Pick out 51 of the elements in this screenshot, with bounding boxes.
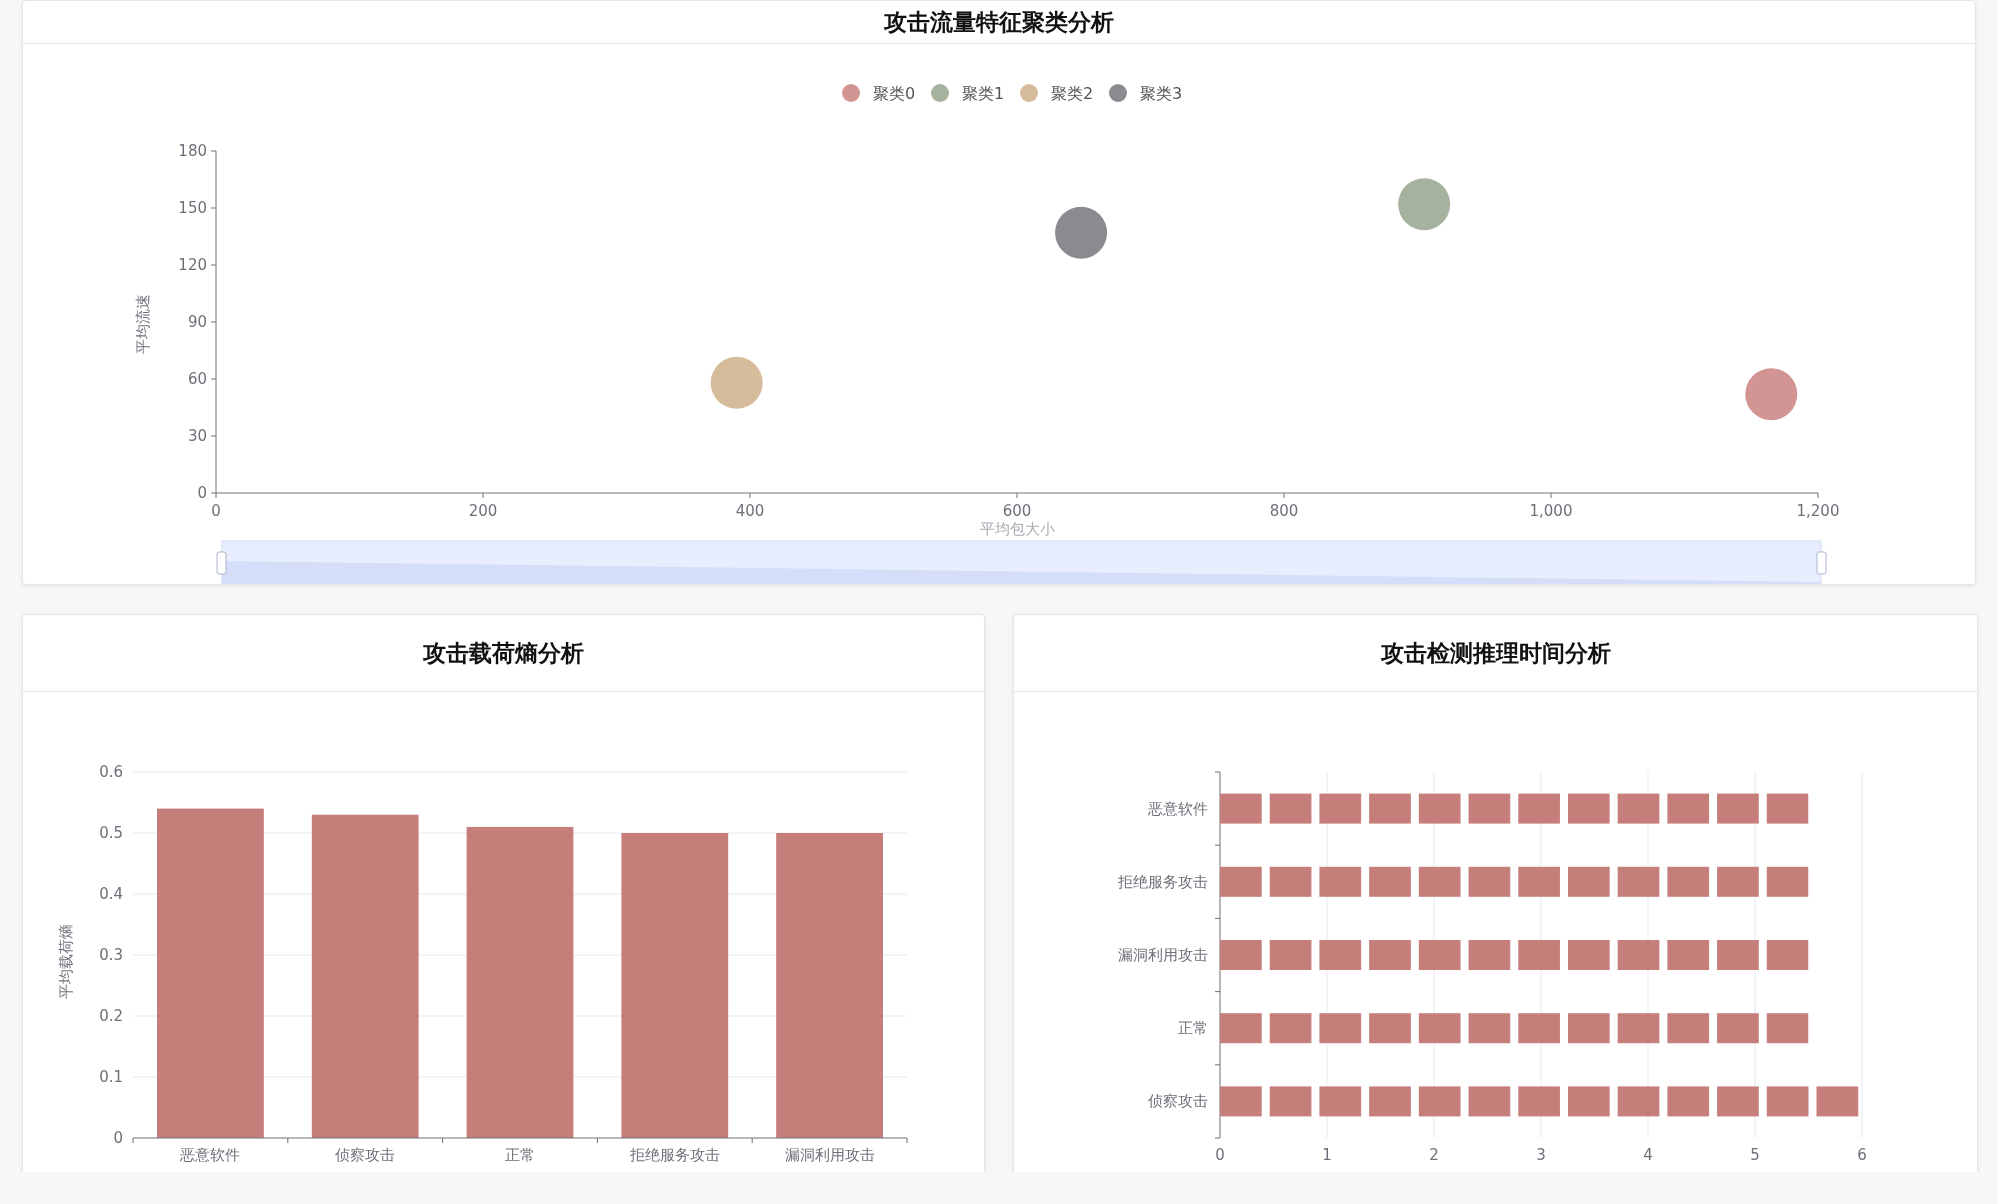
chart-title: 攻击载荷熵分析 bbox=[423, 637, 584, 668]
legend-label[interactable]: 聚类3 bbox=[1140, 84, 1183, 103]
y-tick-label: 0 bbox=[197, 484, 207, 502]
slider-handle[interactable] bbox=[216, 551, 227, 575]
legend-label[interactable]: 聚类0 bbox=[873, 84, 916, 103]
legend-label[interactable]: 聚类1 bbox=[962, 84, 1005, 103]
y-tick-label: 0.2 bbox=[99, 1007, 123, 1025]
slider-handle[interactable] bbox=[1816, 551, 1827, 575]
x-tick-label: 漏洞利用攻击 bbox=[784, 1146, 875, 1164]
x-tick-label: 400 bbox=[735, 502, 765, 520]
x-tick-label: 2 bbox=[1429, 1146, 1439, 1164]
zoom-slider[interactable] bbox=[221, 540, 1822, 584]
x-tick-label: 1 bbox=[1322, 1146, 1332, 1164]
y-tick-label: 60 bbox=[187, 370, 207, 388]
y-tick-label: 180 bbox=[178, 142, 207, 160]
x-tick-label: 侦察攻击 bbox=[335, 1146, 396, 1164]
x-tick-label: 0 bbox=[211, 502, 221, 520]
x-tick-label: 5 bbox=[1750, 1146, 1760, 1164]
legend-label[interactable]: 聚类2 bbox=[1051, 84, 1094, 103]
y-tick-label: 正常 bbox=[1178, 1019, 1208, 1038]
y-tick-label: 0 bbox=[113, 1129, 123, 1147]
chart-title: 攻击检测推理时间分析 bbox=[1380, 637, 1611, 668]
y-tick-label: 侦察攻击 bbox=[1148, 1092, 1208, 1111]
x-tick-label: 3 bbox=[1536, 1146, 1546, 1164]
y-tick-label: 0.5 bbox=[99, 824, 123, 842]
y-tick-label: 0.6 bbox=[99, 763, 123, 781]
x-tick-label: 拒绝服务攻击 bbox=[629, 1146, 720, 1164]
x-tick-label: 6 bbox=[1857, 1146, 1867, 1164]
x-axis-label: 平均包大小 bbox=[979, 520, 1055, 538]
x-tick-label: 800 bbox=[1269, 502, 1299, 520]
y-tick-label: 90 bbox=[187, 313, 207, 331]
y-tick-label: 拒绝服务攻击 bbox=[1118, 872, 1208, 891]
y-axis-label: 平均流速 bbox=[134, 294, 152, 354]
y-tick-label: 30 bbox=[187, 427, 207, 445]
x-tick-label: 恶意软件 bbox=[180, 1146, 241, 1164]
x-tick-label: 1,200 bbox=[1796, 502, 1840, 520]
x-tick-label: 0 bbox=[1215, 1146, 1225, 1164]
y-tick-label: 0.1 bbox=[99, 1068, 123, 1086]
y-tick-label: 恶意软件 bbox=[1148, 799, 1208, 818]
x-tick-label: 正常 bbox=[505, 1146, 535, 1164]
chart-title: 攻击流量特征聚类分析 bbox=[884, 6, 1114, 37]
x-tick-label: 600 bbox=[1002, 502, 1032, 520]
y-tick-label: 0.3 bbox=[99, 946, 123, 964]
y-tick-label: 150 bbox=[178, 199, 207, 217]
y-axis-label: 平均载荷熵 bbox=[57, 923, 75, 999]
y-tick-label: 120 bbox=[178, 256, 207, 274]
x-tick-label: 4 bbox=[1643, 1146, 1653, 1164]
x-tick-label: 200 bbox=[468, 502, 498, 520]
x-tick-label: 1,000 bbox=[1529, 502, 1573, 520]
y-tick-label: 0.4 bbox=[99, 885, 123, 903]
y-tick-label: 漏洞利用攻击 bbox=[1118, 946, 1208, 964]
